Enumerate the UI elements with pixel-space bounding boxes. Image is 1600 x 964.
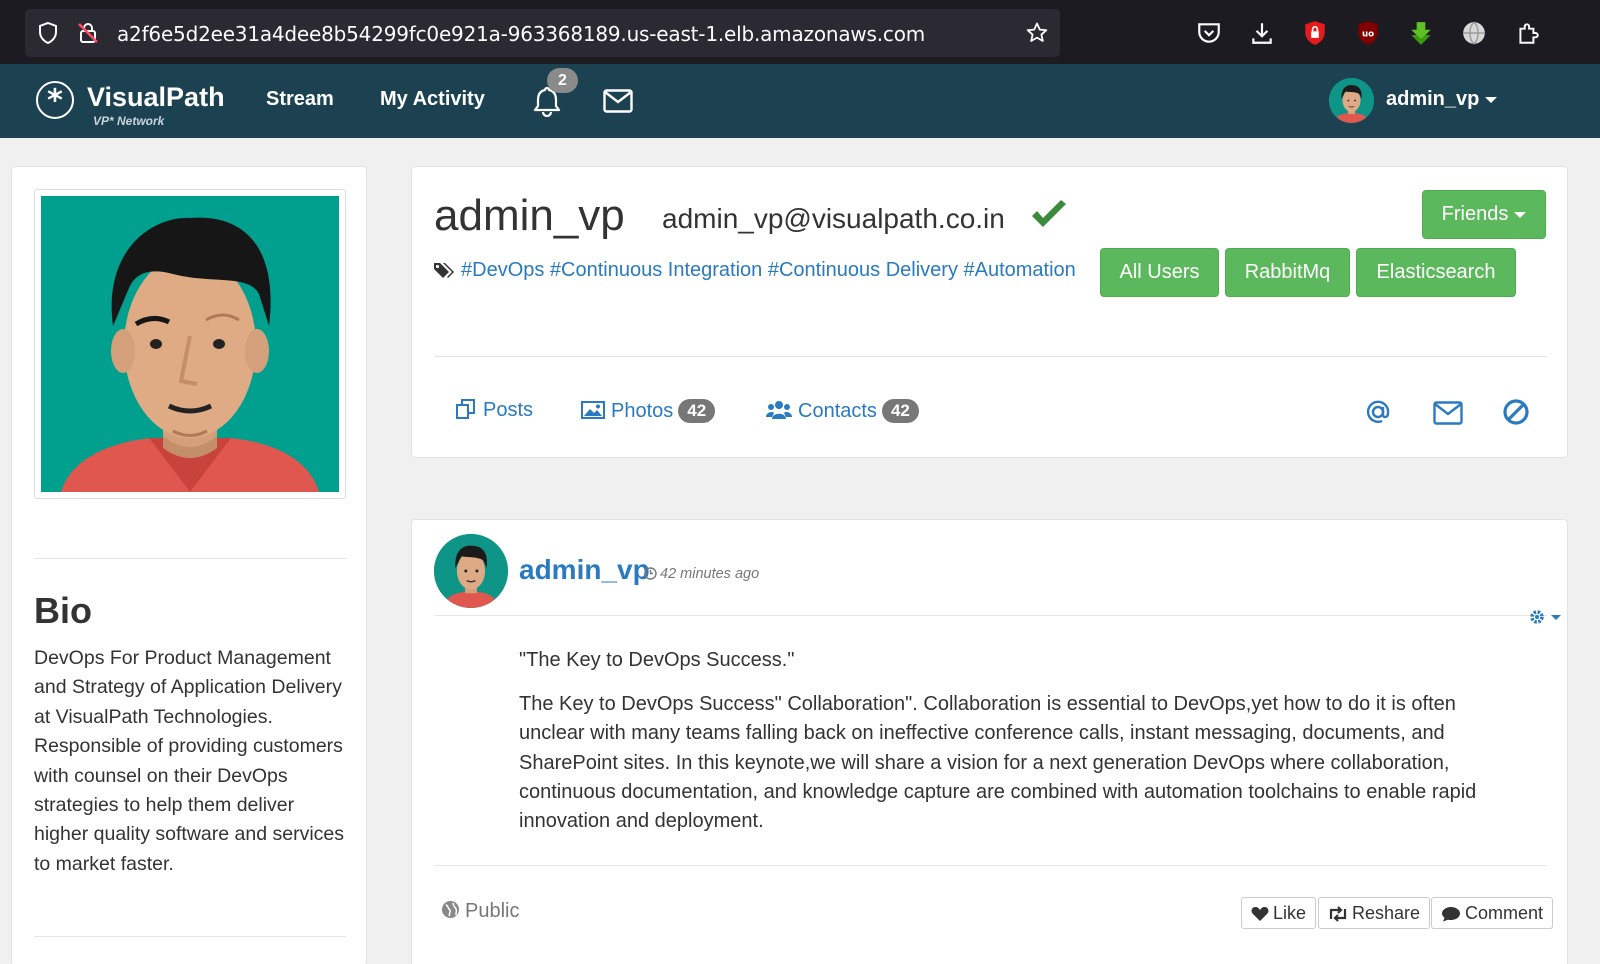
like-label[interactable]: Like	[1273, 903, 1306, 923]
bio-heading: Bio	[34, 590, 92, 631]
globe-icon[interactable]	[1461, 20, 1487, 46]
ublock-icon[interactable]: uo	[1355, 20, 1381, 46]
post-title: "The Key to DevOps Success."	[519, 649, 795, 671]
tab-posts-label[interactable]: Posts	[483, 399, 533, 421]
comment-icon	[1442, 907, 1460, 922]
mention-icon[interactable]	[1364, 398, 1392, 426]
divider	[434, 865, 1547, 866]
bookmark-star-icon[interactable]	[1025, 21, 1049, 45]
divider	[34, 558, 346, 559]
brand-name[interactable]: VisualPath	[87, 82, 225, 113]
photo-icon	[581, 401, 605, 419]
brand-logo-icon[interactable]: *	[36, 81, 74, 119]
brand-subtitle: VP* Network	[93, 114, 165, 128]
comment-button[interactable]: Comment	[1431, 897, 1554, 929]
svg-text:*: *	[47, 84, 63, 119]
top-navbar: * VisualPath VP* Network Stream My Activ…	[0, 64, 1600, 138]
verified-check-icon	[1032, 200, 1066, 227]
reshare-label[interactable]: Reshare	[1352, 903, 1420, 923]
post-time-text[interactable]: 42 minutes ago	[660, 566, 759, 582]
profile-email: admin_vp@visualpath.co.in	[662, 203, 1005, 234]
post-body: The Key to DevOps Success" Collaboration…	[519, 693, 1477, 833]
password-manager-icon[interactable]	[1302, 20, 1328, 46]
like-button[interactable]: Like	[1241, 897, 1317, 929]
friends-dropdown-button[interactable]: Friends	[1422, 190, 1546, 239]
profile-name: admin_vp	[434, 191, 625, 240]
heart-icon	[1251, 906, 1269, 921]
photos-count-badge: 42	[678, 399, 716, 423]
users-icon	[766, 401, 792, 419]
tab-photos[interactable]: Photos 42	[581, 399, 716, 423]
all-users-button[interactable]: All Users	[1100, 248, 1219, 297]
notification-badge: 2	[547, 68, 578, 93]
block-icon[interactable]	[1502, 398, 1530, 426]
profile-header-card: admin_vp admin_vp@visualpath.co.in Frien…	[411, 166, 1568, 458]
address-bar[interactable]: a2f6e5d2ee31a4dee8b54299fc0e921a-9633681…	[25, 9, 1060, 57]
globe-icon	[441, 900, 460, 919]
browser-toolbar: a2f6e5d2ee31a4dee8b54299fc0e921a-9633681…	[0, 0, 1600, 64]
tab-contacts[interactable]: Contacts 42	[766, 399, 919, 423]
divider	[434, 356, 1547, 357]
pocket-icon[interactable]	[1196, 20, 1222, 46]
clock-icon	[644, 567, 657, 580]
tab-contacts-label[interactable]: Contacts	[798, 400, 877, 422]
friends-label[interactable]: Friends	[1442, 203, 1509, 225]
elasticsearch-button[interactable]: Elasticsearch	[1356, 248, 1516, 297]
url-text[interactable]: a2f6e5d2ee31a4dee8b54299fc0e921a-9633681…	[117, 22, 925, 46]
post-author-avatar[interactable]	[434, 534, 508, 608]
gear-icon[interactable]	[1528, 608, 1562, 626]
contacts-count-badge: 42	[881, 399, 919, 423]
divider	[434, 615, 1547, 616]
tags-icon	[434, 263, 454, 278]
download-helper-icon[interactable]	[1408, 20, 1434, 46]
shield-icon[interactable]	[36, 21, 60, 45]
comment-label[interactable]: Comment	[1465, 903, 1543, 923]
download-icon[interactable]	[1249, 20, 1275, 46]
post-visibility: Public	[441, 900, 519, 923]
bio-text: DevOps For Product Management and Strate…	[34, 647, 344, 875]
post-visibility-label: Public	[465, 900, 520, 922]
post-author-link[interactable]: admin_vp	[519, 554, 650, 586]
user-avatar[interactable]	[1329, 78, 1374, 123]
profile-avatar-illustration	[41, 196, 339, 492]
tab-photos-label[interactable]: Photos	[611, 400, 673, 422]
svg-text:uo: uo	[1362, 29, 1374, 39]
profile-tags[interactable]: #DevOps #Continuous Integration #Continu…	[461, 259, 1076, 282]
posts-icon	[456, 399, 475, 419]
profile-picture[interactable]	[34, 189, 346, 499]
user-menu-label[interactable]: admin_vp	[1386, 88, 1479, 110]
caret-down-icon	[1514, 211, 1527, 218]
envelope-icon[interactable]	[1433, 401, 1463, 425]
nav-stream[interactable]: Stream	[266, 88, 334, 111]
post-timestamp[interactable]: 42 minutes ago	[644, 566, 759, 582]
caret-down-icon	[1485, 96, 1498, 103]
post-card: admin_vp 42 minutes ago "The Key to DevO…	[411, 519, 1568, 964]
extensions-icon[interactable]	[1515, 20, 1541, 46]
profile-sidebar: Bio DevOps For Product Management and St…	[11, 166, 367, 964]
insecure-lock-icon[interactable]	[76, 21, 100, 45]
retweet-icon	[1329, 906, 1347, 922]
tab-posts[interactable]: Posts	[455, 399, 533, 422]
user-menu[interactable]: admin_vp	[1386, 88, 1498, 111]
messages-icon[interactable]	[603, 89, 633, 113]
reshare-button[interactable]: Reshare	[1318, 897, 1431, 929]
divider	[34, 936, 346, 937]
rabbitmq-button[interactable]: RabbitMq	[1225, 248, 1350, 297]
nav-my-activity[interactable]: My Activity	[380, 88, 485, 111]
